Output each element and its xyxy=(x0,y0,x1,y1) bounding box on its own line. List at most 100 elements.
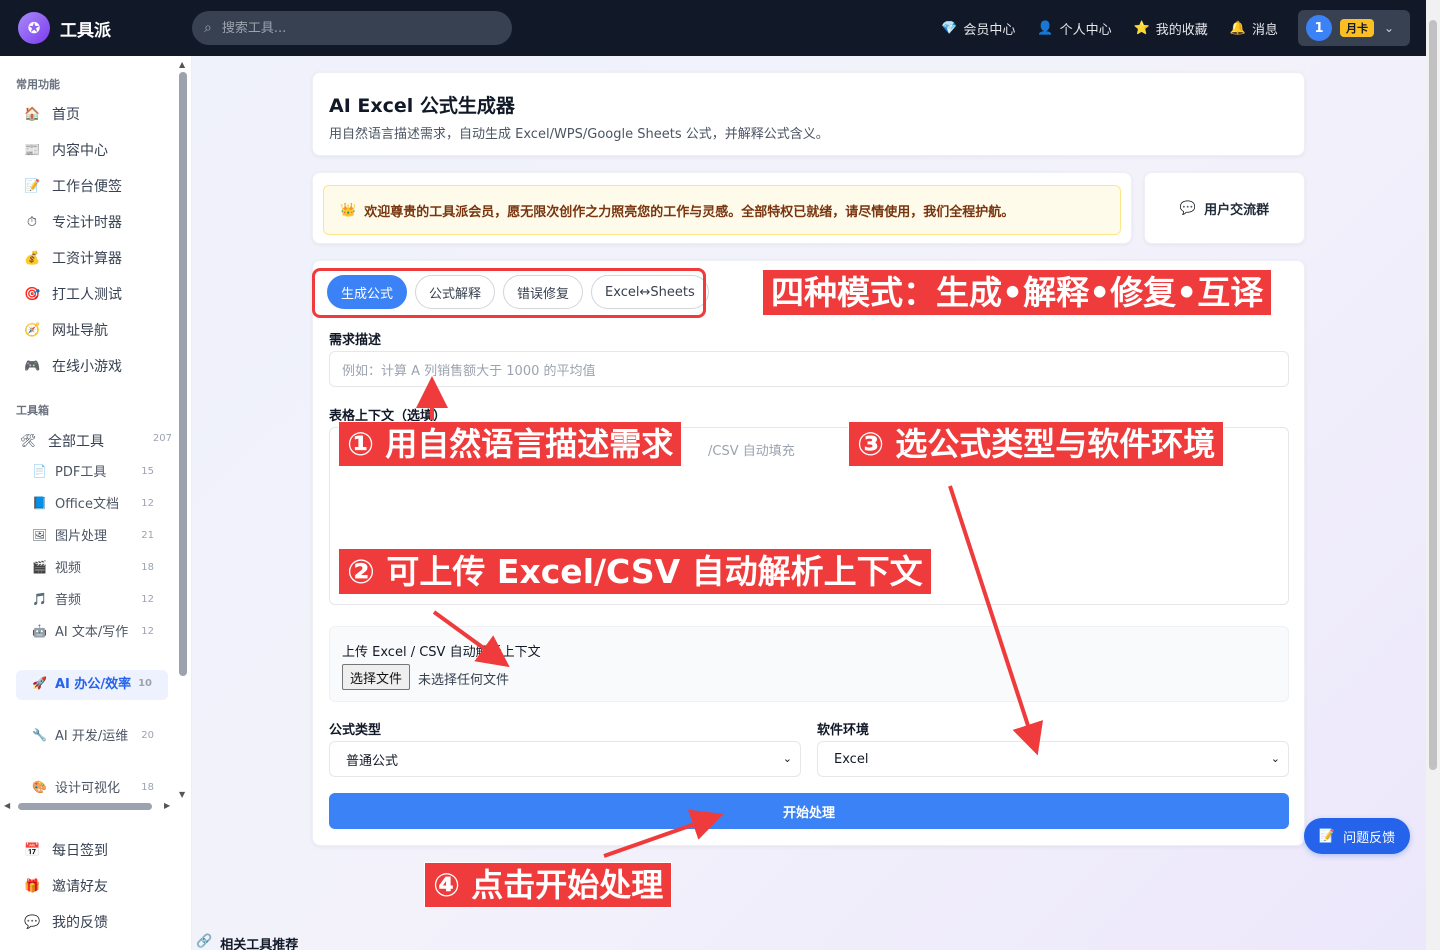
user-menu[interactable]: 1 月卡 ⌄ xyxy=(1298,10,1410,46)
sidebar-item-label: 打工人测试 xyxy=(52,287,122,303)
sidebar-item-nav[interactable]: 🧭 网址导航 xyxy=(24,320,108,340)
annotation-step3: ③ 选公式类型与软件环境 xyxy=(848,421,1225,467)
tool-label: 音频 xyxy=(55,593,82,608)
tool-count: 18 xyxy=(141,562,154,573)
tool-label: 视频 xyxy=(55,561,82,576)
tool-count: 21 xyxy=(141,530,154,541)
tool-count: 10 xyxy=(138,678,152,689)
header-card: AI Excel 公式生成器 用自然语言描述需求，自动生成 Excel/WPS/… xyxy=(312,72,1305,156)
sidebar-item-content[interactable]: 📰 内容中心 xyxy=(24,140,108,160)
sidebar-item-home[interactable]: 🏠 首页 xyxy=(24,104,80,124)
bell-icon: 🔔 xyxy=(1229,20,1246,36)
chevron-down-icon: ⌄ xyxy=(1270,752,1280,765)
tool-category-ai-dev[interactable]: 🔧 AI 开发/运维 20 xyxy=(32,728,172,746)
search-input[interactable] xyxy=(221,20,482,36)
nav-favorites[interactable]: ⭐ 我的收藏 xyxy=(1134,19,1208,38)
target-icon: 🎯 xyxy=(24,286,41,302)
sidebar-item-checkin[interactable]: 📅 每日签到 xyxy=(24,840,108,860)
tool-count: 12 xyxy=(141,498,154,509)
sidebar-hscroll-thumb[interactable] xyxy=(18,803,152,810)
user-group-card[interactable]: 💬 用户交流群 xyxy=(1144,172,1305,244)
sidebar-item-invite[interactable]: 🎁 邀请好友 xyxy=(24,876,108,896)
feedback-button[interactable]: 📝 问题反馈 xyxy=(1304,818,1410,854)
search-box[interactable]: ⌕ xyxy=(192,11,512,45)
brand-name[interactable]: 工具派 xyxy=(60,16,111,41)
sidebar-item-label: 内容中心 xyxy=(52,143,108,159)
scroll-up-icon[interactable]: ▲ xyxy=(179,60,185,69)
rocket-icon: 🚀 xyxy=(32,676,47,690)
tool-category-audio[interactable]: 🎵 音频 12 xyxy=(32,592,172,610)
sidebar-item-label: 工作台便签 xyxy=(52,179,122,195)
start-button[interactable]: 开始处理 xyxy=(329,793,1289,829)
sidebar-item-salary[interactable]: 💰 工资计算器 xyxy=(24,248,122,268)
tool-count: 15 xyxy=(141,466,154,477)
tool-category-design[interactable]: 🎨 设计可视化 18 xyxy=(32,780,172,798)
tool-label: 设计可视化 xyxy=(55,781,121,796)
sidebar-scrollbar-thumb[interactable] xyxy=(179,72,187,676)
page-title: AI Excel 公式生成器 xyxy=(329,95,515,117)
formula-type-select[interactable]: 普通公式 ⌄ xyxy=(329,741,801,777)
sidebar-item-all-tools[interactable]: 🛠 全部工具 207 xyxy=(20,431,172,451)
clapper-icon: 🎬 xyxy=(32,560,47,574)
feedback-label: 问题反馈 xyxy=(1343,830,1396,846)
nav-personal-center[interactable]: 👤 个人中心 xyxy=(1037,19,1111,38)
speech-bubble-icon: 💬 xyxy=(24,914,41,930)
page-scrollbar-thumb[interactable] xyxy=(1429,20,1437,770)
scroll-left-icon[interactable]: ◀ xyxy=(4,801,10,810)
env-select[interactable]: Excel ⌄ xyxy=(817,741,1289,777)
scroll-down-icon[interactable]: ▼ xyxy=(179,790,185,799)
env-label: 软件环境 xyxy=(817,723,870,738)
picture-icon: 🖼 xyxy=(32,528,48,542)
sidebar-vertical-scrollbar[interactable]: ▲ ▼ xyxy=(178,60,188,800)
scroll-right-icon[interactable]: ▶ xyxy=(164,801,170,810)
env-value: Excel xyxy=(834,751,869,767)
star-icon: ⭐ xyxy=(1133,20,1150,36)
sidebar-item-timer[interactable]: ⏱ 专注计时器 xyxy=(24,212,122,232)
tool-label: AI 文本/写作 xyxy=(55,625,129,640)
formula-type-value: 普通公式 xyxy=(346,753,399,769)
tool-category-pdf[interactable]: 📄 PDF工具 15 xyxy=(32,464,172,482)
gift-icon: 🎁 xyxy=(24,878,41,894)
tool-label: AI 办公/效率 xyxy=(55,677,132,692)
tools-icon: 🛠 xyxy=(20,433,37,449)
link-icon: 🔗 xyxy=(196,934,213,949)
sidebar-item-label: 在线小游戏 xyxy=(52,359,122,375)
book-icon: 📘 xyxy=(32,496,47,510)
user-icon: 👤 xyxy=(1037,20,1054,36)
annotation-modes: 四种模式：生成•解释•修复•互译 xyxy=(762,269,1273,316)
choose-file-button[interactable]: 选择文件 xyxy=(342,664,411,690)
demand-input[interactable]: 例如：计算 A 列销售额大于 1000 的平均值 xyxy=(329,351,1289,387)
tool-label: AI 开发/运维 xyxy=(55,729,129,744)
nav-messages[interactable]: 🔔 消息 xyxy=(1230,19,1278,38)
brand-logo-icon[interactable]: ✪ xyxy=(18,12,50,44)
sidebar-item-games[interactable]: 🎮 在线小游戏 xyxy=(24,356,122,376)
sidebar-item-worker-test[interactable]: 🎯 打工人测试 xyxy=(24,284,122,304)
chevron-down-icon: ⌄ xyxy=(1384,21,1395,35)
sidebar-item-feedback[interactable]: 💬 我的反馈 xyxy=(24,912,108,932)
calendar-icon: 📅 xyxy=(24,842,41,858)
speech-bubble-icon: 💬 xyxy=(1179,200,1197,216)
sidebar-item-notes[interactable]: 📝 工作台便签 xyxy=(24,176,122,196)
sidebar-item-label: 网址导航 xyxy=(52,323,108,339)
tool-category-image[interactable]: 🖼 图片处理 21 xyxy=(32,528,172,546)
sidebar-horizontal-scrollbar[interactable]: ◀ ▶ xyxy=(4,800,176,812)
tool-label: PDF工具 xyxy=(55,465,107,480)
nav-label: 个人中心 xyxy=(1059,22,1112,38)
tool-category-ai-writing[interactable]: 🤖 AI 文本/写作 12 xyxy=(32,624,172,642)
tool-label: 图片处理 xyxy=(55,529,108,544)
tool-category-office[interactable]: 📘 Office文档 12 xyxy=(32,496,172,514)
tool-count: 207 xyxy=(152,433,172,444)
user-group-button[interactable]: 💬 用户交流群 xyxy=(1145,173,1304,243)
stopwatch-icon: ⏱ xyxy=(26,214,38,230)
page-icon: 📄 xyxy=(32,464,47,478)
sidebar-item-label: 工资计算器 xyxy=(52,251,122,267)
tool-count: 18 xyxy=(141,782,154,793)
annotation-step4: ④ 点击开始处理 xyxy=(424,862,673,908)
music-note-icon: 🎵 xyxy=(32,592,47,606)
nav-member-center[interactable]: 💎 会员中心 xyxy=(941,19,1015,38)
related-tools-label: 相关工具推荐 xyxy=(220,938,299,950)
tool-category-ai-office[interactable]: 🚀 AI 办公/效率 10 xyxy=(16,670,168,700)
tool-category-video[interactable]: 🎬 视频 18 xyxy=(32,560,172,578)
page-scrollbar[interactable] xyxy=(1426,0,1440,950)
mode-tabs-highlight xyxy=(312,268,706,318)
